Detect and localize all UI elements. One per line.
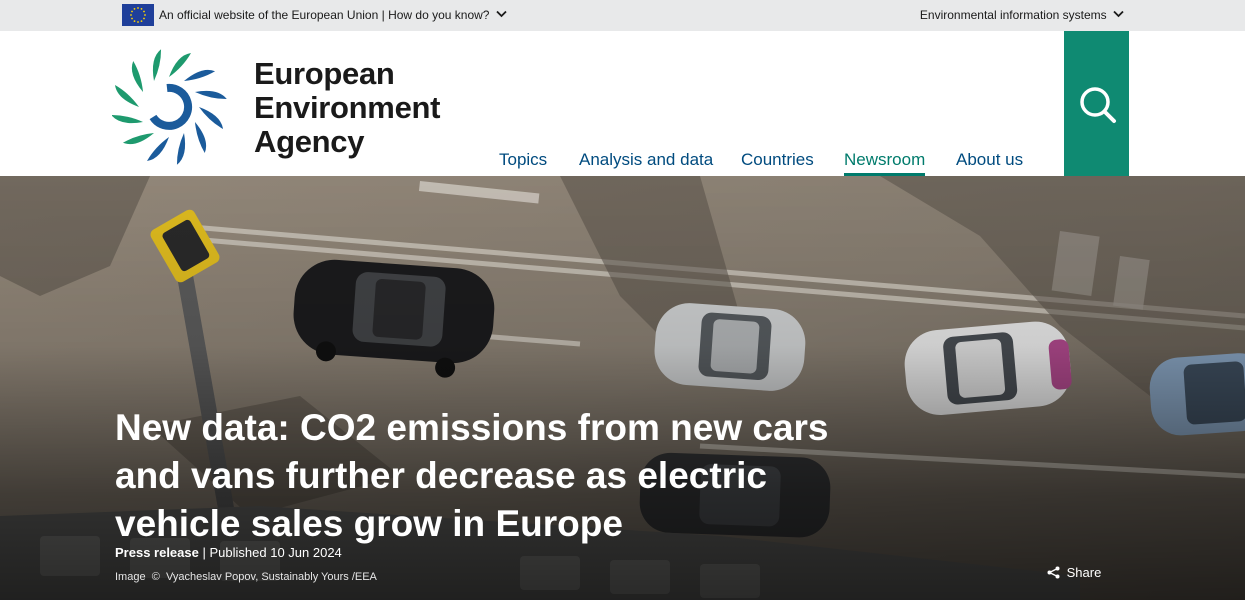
nav-countries[interactable]: Countries <box>741 150 814 173</box>
brand-line-1: European <box>254 56 395 91</box>
credit-text: Vyacheslav Popov, Sustainably Yours /EEA <box>165 571 377 583</box>
nav-topics[interactable]: Topics <box>499 150 547 173</box>
search-button[interactable] <box>1064 31 1129 176</box>
brand-line-3: Agency <box>254 124 365 159</box>
published-date: Published 10 Jun 2024 <box>209 545 342 560</box>
meta-separator: | <box>202 545 206 560</box>
chevron-down-icon <box>496 11 507 18</box>
how-do-you-know-label: How do you know? <box>388 8 490 22</box>
nav-about-us[interactable]: About us <box>956 150 1023 173</box>
how-do-you-know-toggle[interactable]: How do you know? <box>388 8 507 22</box>
search-icon <box>1080 87 1116 123</box>
share-icon <box>1047 566 1060 579</box>
environmental-systems-label: Environmental information systems <box>919 8 1107 22</box>
eu-separator: | <box>381 8 385 22</box>
eu-top-bar: An official website of the European Unio… <box>0 0 1245 31</box>
agency-name[interactable]: European Environment Agency <box>254 57 440 159</box>
nav-analysis-and-data[interactable]: Analysis and data <box>579 150 713 173</box>
site-header: European Environment Agency Topics Analy… <box>0 31 1245 176</box>
article-headline: New data: CO2 emissions from new cars an… <box>115 407 829 544</box>
eea-logo-icon[interactable] <box>111 48 227 166</box>
article-type: Press release <box>115 545 199 560</box>
article-meta: Press release | Published 10 Jun 2024 <box>115 545 342 560</box>
credit-prefix: Image <box>115 571 146 583</box>
share-label: Share <box>1066 565 1102 580</box>
chevron-down-icon <box>1113 11 1124 18</box>
image-credit: Image © Vyacheslav Popov, Sustainably Yo… <box>115 571 377 583</box>
nav-newsroom[interactable]: Newsroom <box>844 150 926 176</box>
hero-banner: New data: CO2 emissions from new cars an… <box>0 176 1245 600</box>
eu-flag-icon <box>122 4 154 26</box>
eu-official-text: An official website of the European Unio… <box>159 8 379 22</box>
share-button[interactable]: Share <box>1047 565 1101 580</box>
environmental-systems-menu[interactable]: Environmental information systems <box>920 8 1124 22</box>
eu-official-notice: An official website of the European Unio… <box>159 8 507 22</box>
brand-line-2: Environment <box>254 90 441 125</box>
copyright-icon: © <box>151 571 160 583</box>
